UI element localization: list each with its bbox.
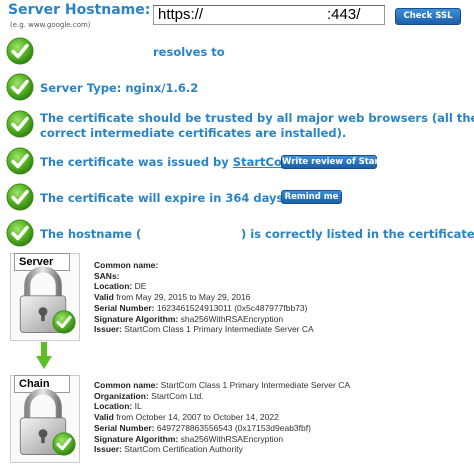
green-checkmark-icon bbox=[52, 432, 76, 456]
cert-row: Location: DE bbox=[94, 281, 147, 292]
cert-row: Signature Algorithm: sha256WithRSAEncryp… bbox=[94, 433, 284, 444]
cert-row: Issuer: StartCom Certification Authority bbox=[94, 444, 243, 455]
trusted-text-line2: correct intermediate certificates are in… bbox=[40, 126, 347, 140]
server-cert-details: Common name: SANs: Location: DE Valid fr… bbox=[94, 260, 314, 335]
hostname-input-suffix: :443/ bbox=[327, 6, 361, 23]
server-hostname-label: Server Hostname: bbox=[8, 2, 151, 18]
hostname-input[interactable]: https:// :443/ bbox=[153, 5, 385, 25]
down-arrow-icon bbox=[36, 342, 52, 369]
hostname-listed-prefix: The hostname ( bbox=[40, 227, 142, 241]
issued-by-text: The certificate was issued by StartCom. bbox=[40, 155, 298, 169]
hostname-listed-suffix: ) is correctly listed in the certificate… bbox=[241, 227, 474, 241]
cert-row: Location: IL bbox=[94, 401, 142, 412]
trusted-text-line1: The certificate should be trusted by all… bbox=[40, 111, 474, 125]
hostname-hint: (e.g. www.google.com) bbox=[10, 21, 91, 29]
hostname-input-prefix: https:// bbox=[158, 6, 204, 23]
cert-row: Issuer: StartCom Class 1 Primary Interme… bbox=[94, 324, 314, 335]
cert-row: SANs: bbox=[94, 270, 120, 281]
cert-row: Serial Number: 6497278863556543 (0x17153… bbox=[94, 422, 311, 433]
cert-row: Common name: bbox=[94, 260, 159, 270]
cert-row: Serial Number: 1623461524913011 (0x5c487… bbox=[94, 302, 308, 313]
cert-row: Common name: StartCom Class 1 Primary In… bbox=[94, 380, 351, 390]
check-ssl-button[interactable]: Check SSL bbox=[395, 8, 461, 25]
cert-row: Valid from May 29, 2015 to May 29, 2016 bbox=[94, 292, 251, 303]
cert-row: Organization: StartCom Ltd. bbox=[94, 390, 204, 401]
green-checkmark-icon bbox=[6, 110, 34, 138]
issued-by-prefix: The certificate was issued by bbox=[40, 155, 233, 169]
cert-row: Valid from October 14, 2007 to October 1… bbox=[94, 412, 279, 423]
green-checkmark-icon bbox=[6, 73, 34, 101]
green-checkmark-icon bbox=[52, 310, 76, 334]
expire-text: The certificate will expire in 364 days. bbox=[40, 191, 288, 205]
green-checkmark-icon bbox=[6, 37, 34, 65]
server-type-text: Server Type: nginx/1.6.2 bbox=[40, 81, 199, 95]
write-review-button[interactable]: Write review of StartCom bbox=[281, 155, 404, 169]
chain-cert-details: Common name: StartCom Class 1 Primary In… bbox=[94, 380, 350, 455]
green-checkmark-icon bbox=[6, 147, 34, 175]
green-checkmark-icon bbox=[6, 183, 34, 211]
cert-row: Signature Algorithm: sha256WithRSAEncryp… bbox=[94, 313, 284, 324]
resolves-text: resolves to bbox=[153, 45, 225, 59]
green-checkmark-icon bbox=[6, 219, 34, 247]
remind-me-button[interactable]: Remind me bbox=[281, 190, 342, 204]
